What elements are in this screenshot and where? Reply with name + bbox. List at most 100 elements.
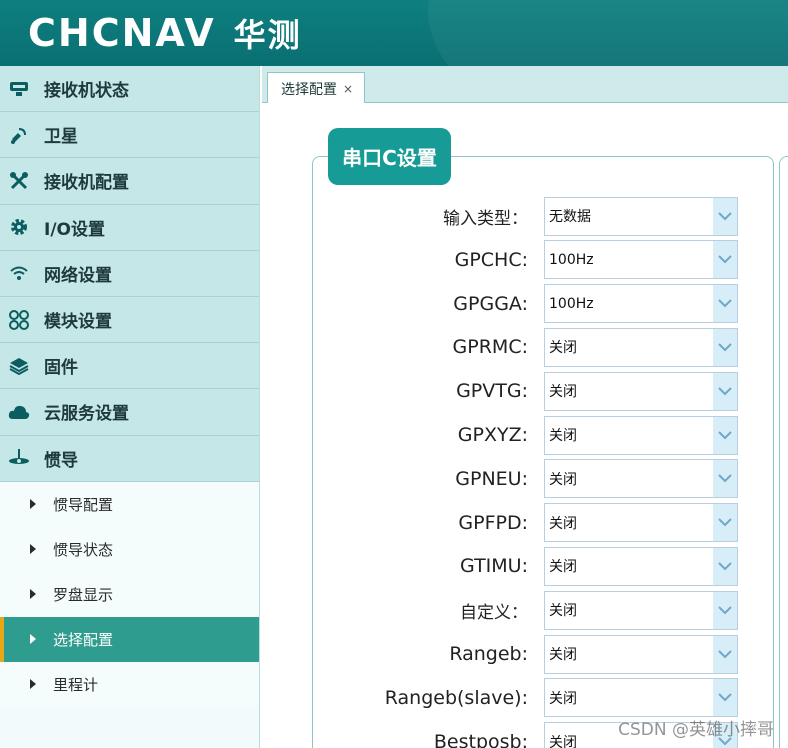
submenu-item-ins-config[interactable]: 惯导配置 [0, 482, 259, 527]
submenu-item-label: 选择配置 [53, 630, 114, 649]
receiver-icon [8, 78, 30, 100]
logo-text: CHCNAV [28, 11, 216, 55]
tab-select-config[interactable]: 选择配置 × [267, 72, 365, 104]
close-icon[interactable]: × [343, 82, 353, 96]
form-row-gpvtg: GPVTG: 关闭 [322, 371, 753, 411]
sidebar-item-firmware[interactable]: 固件 [0, 343, 259, 390]
submenu-item-label: 惯导状态 [53, 540, 114, 559]
sidebar-item-label: 网络设置 [44, 265, 112, 286]
adjacent-fieldset [779, 156, 788, 748]
gpgga-select[interactable]: 100Hz [544, 284, 738, 324]
sidebar-item-cloud-settings[interactable]: 云服务设置 [0, 389, 259, 436]
chevron-down-icon[interactable] [713, 328, 737, 366]
caret-right-icon [30, 679, 36, 690]
chevron-down-icon[interactable] [713, 372, 737, 410]
satellite-icon [8, 124, 30, 146]
tools-icon [8, 170, 30, 192]
header-decoration [428, 0, 788, 66]
form-row-gpgga: GPGGA: 100Hz [322, 284, 753, 324]
caret-right-icon [30, 499, 36, 510]
field-label: Bestposb: [433, 730, 528, 748]
form-row-gpxyz: GPXYZ: 关闭 [322, 415, 753, 455]
chevron-down-icon[interactable] [713, 635, 737, 673]
chevron-down-icon[interactable] [713, 504, 737, 542]
gpvtg-select[interactable]: 关闭 [544, 371, 738, 411]
chevron-down-icon[interactable] [713, 547, 737, 585]
form-row-custom: 自定义： 关闭 [322, 590, 753, 630]
chevron-down-icon[interactable] [713, 416, 737, 454]
field-label: GPNEU: [455, 467, 528, 490]
select-value: 关闭 [549, 603, 577, 620]
form-row-rangeb: Rangeb: 关闭 [322, 634, 753, 674]
field-label: 输入类型： [443, 208, 528, 229]
caret-right-icon [30, 634, 36, 645]
field-label: GPFPD: [458, 511, 528, 534]
main-content: 串口C设置 输入类型： 无数据 GPCHC: 100Hz GPGGA: 100Hz GPRM… [262, 103, 788, 748]
layers-icon [8, 355, 30, 377]
form-row-gpneu: GPNEU: 关闭 [322, 459, 753, 499]
form-row-rangeb-slave: Rangeb(slave): 关闭 [322, 678, 753, 718]
caret-right-icon [30, 544, 36, 555]
ins-icon [8, 447, 30, 469]
modules-icon [8, 309, 30, 331]
field-label: GPCHC: [454, 248, 528, 271]
sidebar: 接收机状态 卫星 接收机配置 I/O设置 网络设置 模块设置 固件 云服务设置 … [0, 66, 260, 748]
gpxyz-select[interactable]: 关闭 [544, 415, 738, 455]
field-label: Rangeb(slave): [384, 686, 528, 709]
chevron-down-icon[interactable] [713, 197, 737, 235]
brand-logo: CHCNAV 华测 [28, 10, 302, 56]
submenu-item-select-config[interactable]: 选择配置 [0, 616, 259, 662]
sidebar-item-satellite[interactable]: 卫星 [0, 112, 259, 159]
field-label: 自定义： [460, 602, 528, 623]
select-value: 关闭 [549, 690, 577, 707]
sidebar-item-receiver-config[interactable]: 接收机配置 [0, 158, 259, 205]
field-label: GTIMU: [460, 555, 528, 578]
sidebar-item-network-settings[interactable]: 网络设置 [0, 250, 259, 297]
select-value: 关闭 [549, 428, 577, 444]
sidebar-item-label: 接收机状态 [44, 81, 129, 102]
sidebar-item-receiver-status[interactable]: 接收机状态 [0, 66, 259, 113]
select-value: 关闭 [549, 734, 577, 748]
submenu-item-ins-status[interactable]: 惯导状态 [0, 527, 259, 572]
sidebar-item-label: 接收机配置 [44, 173, 129, 194]
submenu-item-compass-display[interactable]: 罗盘显示 [0, 572, 259, 617]
field-label: GPGGA: [453, 292, 528, 315]
select-value: 关闭 [549, 471, 577, 488]
fieldset-legend: 串口C设置 [328, 128, 451, 185]
gear-icon [8, 216, 30, 238]
sidebar-item-module-settings[interactable]: 模块设置 [0, 296, 259, 344]
input-type-select[interactable]: 无数据 [544, 196, 738, 236]
form-row-gprmc: GPRMC: 关闭 [322, 327, 753, 367]
field-label: GPVTG: [456, 380, 528, 403]
sidebar-item-label: 卫星 [44, 127, 78, 148]
sidebar-item-label: 云服务设置 [44, 404, 129, 425]
sidebar-item-ins[interactable]: 惯导 [0, 435, 259, 482]
submenu-item-label: 里程计 [53, 675, 99, 694]
sidebar-item-label: I/O设置 [44, 219, 105, 240]
caret-right-icon [30, 589, 36, 600]
chevron-down-icon[interactable] [713, 591, 737, 629]
field-label: Rangeb: [449, 643, 528, 665]
app-header: CHCNAV 华测 [0, 0, 788, 66]
chevron-down-icon[interactable] [713, 285, 737, 323]
rangeb-slave-select[interactable]: 关闭 [544, 678, 738, 718]
field-label: GPRMC: [452, 336, 528, 359]
submenu-item-odometer[interactable]: 里程计 [0, 662, 259, 707]
rangeb-select[interactable]: 关闭 [544, 634, 738, 674]
submenu-item-label: 惯导配置 [53, 495, 114, 514]
logo-cn-text: 华测 [233, 16, 302, 54]
gpchc-select[interactable]: 100Hz [544, 240, 738, 280]
gpfpd-select[interactable]: 关闭 [544, 503, 738, 543]
chevron-down-icon[interactable] [713, 679, 737, 717]
chevron-down-icon[interactable] [713, 460, 737, 498]
chevron-down-icon[interactable] [713, 241, 737, 279]
custom-select[interactable]: 关闭 [544, 590, 738, 630]
gtimu-select[interactable]: 关闭 [544, 546, 738, 586]
submenu-item-label: 罗盘显示 [53, 585, 114, 604]
sidebar-item-label: 惯导 [44, 450, 78, 471]
ins-submenu: 惯导配置 惯导状态 罗盘显示 选择配置 里程计 [0, 481, 259, 707]
form-row-gpfpd: GPFPD: 关闭 [322, 503, 753, 543]
gpneu-select[interactable]: 关闭 [544, 459, 738, 499]
gprmc-select[interactable]: 关闭 [544, 327, 738, 367]
sidebar-item-io-settings[interactable]: I/O设置 [0, 204, 259, 251]
